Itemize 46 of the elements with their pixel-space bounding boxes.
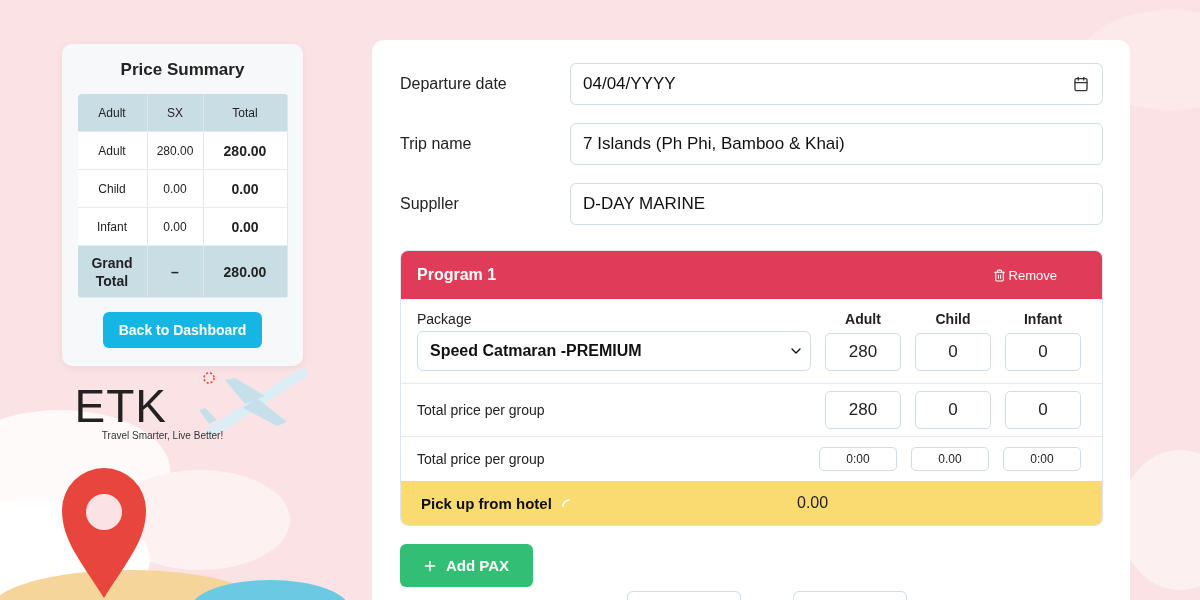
- table-cell: Child: [77, 170, 148, 208]
- column-header: SX: [147, 94, 204, 132]
- price-input[interactable]: 0: [1005, 391, 1081, 429]
- program-title: Program 1: [417, 266, 497, 284]
- table-cell: 280.00: [147, 132, 204, 170]
- logo-text: ETK: [74, 382, 167, 430]
- column-header: Child: [934, 311, 972, 327]
- table-cell: 0.00: [203, 208, 288, 246]
- price-input[interactable]: 0: [915, 391, 991, 429]
- date-field[interactable]: 04/04/YYYY: [570, 63, 1103, 105]
- text-field[interactable]: 7 Islands (Ph Phi, Bamboo & Khai): [570, 123, 1103, 165]
- field-label: Suppller: [400, 195, 460, 213]
- package-select[interactable]: Speed Catmaran -PREMIUM: [417, 331, 811, 371]
- table-cell: 280.00: [203, 246, 288, 298]
- column-header: Adult: [844, 311, 882, 327]
- table-cell: 280.00: [203, 132, 288, 170]
- price-input[interactable]: 0: [915, 333, 991, 371]
- package-label: Package: [417, 311, 473, 327]
- table-cell: –: [147, 246, 204, 298]
- calendar-icon[interactable]: [1073, 76, 1089, 92]
- table-cell: Adult: [77, 132, 148, 170]
- row-label: Total price per group: [417, 451, 546, 467]
- column-header: Total: [203, 94, 288, 132]
- column-header: Infant: [1022, 311, 1064, 327]
- price-input[interactable]: 0: [1005, 333, 1081, 371]
- field-label: Departure date: [400, 75, 508, 93]
- table-cell: 0.00: [147, 208, 204, 246]
- pickup-value: 0.00: [797, 494, 830, 512]
- price-input[interactable]: 0:00: [1003, 447, 1081, 471]
- table-cell: 0.00: [203, 170, 288, 208]
- column-header: Adult: [77, 94, 148, 132]
- table-cell: 0.00: [147, 170, 204, 208]
- field-label: Trip name: [400, 135, 473, 153]
- summary-title: Price Summary: [120, 60, 245, 80]
- price-input[interactable]: 0.00: [911, 447, 989, 471]
- trash-icon: [992, 268, 1006, 282]
- price-input[interactable]: 280: [825, 391, 901, 429]
- tagline: Travel Smarter, Live Better!: [101, 430, 224, 441]
- table-cell: Grand Total: [77, 246, 148, 298]
- row-label: Total price per group: [417, 402, 546, 418]
- text-field[interactable]: D-DAY MARINE: [570, 183, 1103, 225]
- table-cell: Infant: [77, 208, 148, 246]
- pickup-label: Pick up from hotel: [421, 494, 552, 512]
- price-input[interactable]: 0:00: [819, 447, 897, 471]
- remove-button[interactable]: Remove: [992, 267, 1057, 283]
- price-input[interactable]: 280: [825, 333, 901, 371]
